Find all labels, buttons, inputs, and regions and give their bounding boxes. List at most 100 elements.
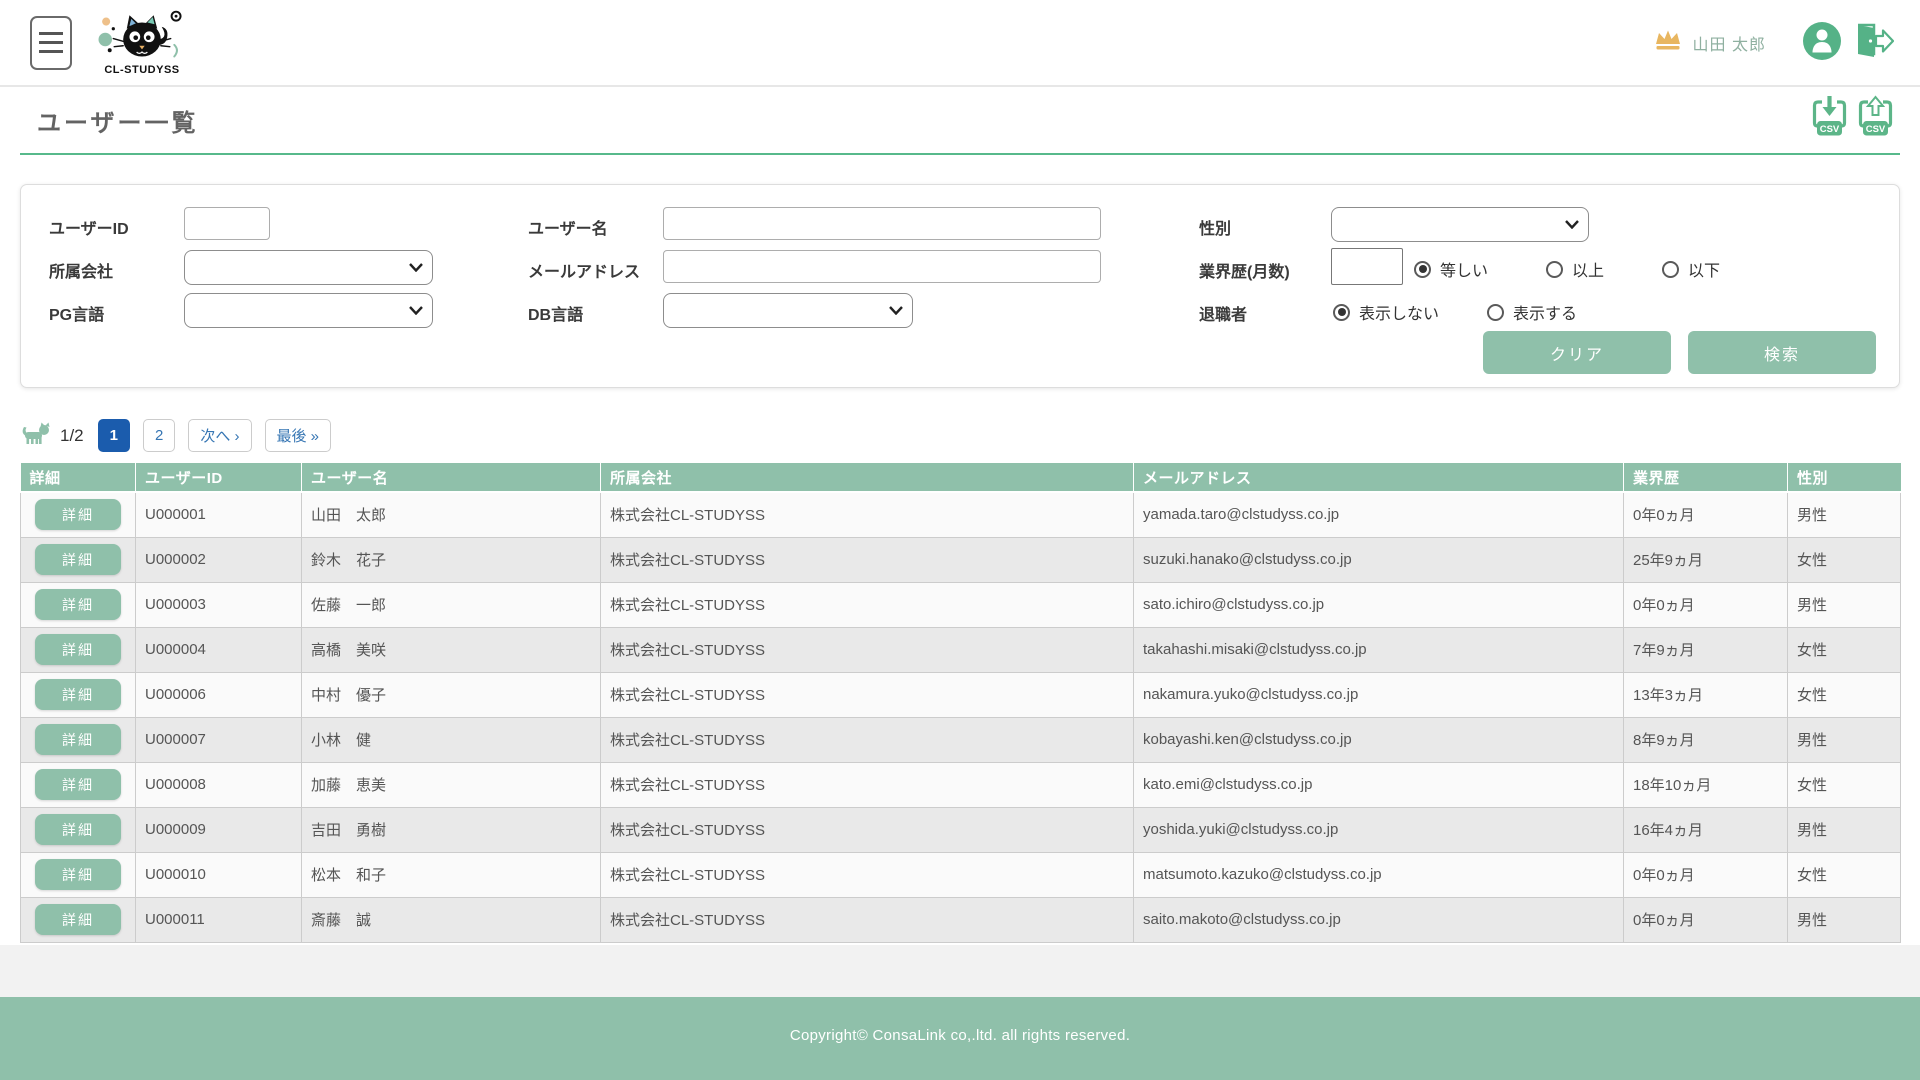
email-input[interactable]: [663, 250, 1101, 283]
csv-upload-button[interactable]: CSV: [1857, 95, 1894, 141]
user-name-input[interactable]: [663, 207, 1101, 240]
cell-user-name: 加藤 恵美: [302, 762, 601, 807]
company-select[interactable]: [184, 250, 433, 285]
account-button[interactable]: [1802, 21, 1842, 64]
csv-upload-icon: CSV: [1857, 95, 1894, 141]
radio-unselected-icon: [1662, 261, 1679, 278]
app-footer: Copyright© ConsaLink co,.ltd. all rights…: [0, 997, 1920, 1080]
cell-email: yoshida.yuki@clstudyss.co.jp: [1134, 807, 1624, 852]
cell-gender: 男性: [1788, 717, 1901, 762]
page-title: ユーザー一覧: [37, 103, 199, 138]
radio-unselected-icon: [1487, 304, 1504, 321]
detail-button[interactable]: 詳細: [35, 544, 121, 575]
detail-button[interactable]: 詳細: [35, 904, 121, 935]
radio-greater-equal[interactable]: 以上: [1546, 257, 1604, 281]
radio-hide-retirees[interactable]: 表示しない: [1333, 300, 1439, 324]
cell-gender: 女性: [1788, 762, 1901, 807]
cell-email: sato.ichiro@clstudyss.co.jp: [1134, 582, 1624, 627]
user-table-body: 詳細 U000001 山田 太郎 株式会社CL-STUDYSS yamada.t…: [21, 492, 1901, 942]
hamburger-menu-button[interactable]: [30, 16, 72, 70]
radio-show-retirees[interactable]: 表示する: [1487, 300, 1577, 324]
retiree-radio-group: 表示しない 表示する: [1333, 300, 1577, 324]
table-header-row: 詳細 ユーザーID ユーザー名 所属会社 メールアドレス 業界歴 性別: [21, 463, 1901, 492]
search-filter-panel: ユーザーID ユーザー名 性別 所属会社 メールアドレス 業界歴(月数) 等しい…: [20, 184, 1900, 388]
radio-equal[interactable]: 等しい: [1414, 257, 1488, 281]
detail-button[interactable]: 詳細: [35, 589, 121, 620]
industry-months-label: 業界歴(月数): [1199, 258, 1290, 282]
db-language-select[interactable]: [663, 293, 913, 328]
table-row: 詳細 U000011 斎藤 誠 株式会社CL-STUDYSS saito.mak…: [21, 897, 1901, 942]
header-gender: 性別: [1788, 463, 1901, 492]
cell-experience: 16年4ヵ月: [1624, 807, 1788, 852]
cell-company: 株式会社CL-STUDYSS: [601, 582, 1134, 627]
gender-label: 性別: [1199, 215, 1231, 239]
logout-button[interactable]: [1852, 21, 1894, 64]
chevron-down-icon: [409, 263, 423, 272]
page-indicator: 1/2: [60, 426, 84, 446]
user-id-label: ユーザーID: [49, 215, 129, 239]
cell-email: nakamura.yuko@clstudyss.co.jp: [1134, 672, 1624, 717]
cell-user-name: 斎藤 誠: [302, 897, 601, 942]
cell-experience: 0年0ヵ月: [1624, 897, 1788, 942]
cell-company: 株式会社CL-STUDYSS: [601, 897, 1134, 942]
title-bar: ユーザー一覧 CSV CSV: [0, 87, 1920, 155]
header-email: メールアドレス: [1134, 463, 1624, 492]
cell-gender: 女性: [1788, 672, 1901, 717]
cell-gender: 女性: [1788, 852, 1901, 897]
cell-experience: 13年3ヵ月: [1624, 672, 1788, 717]
next-page-button[interactable]: 次へ ›: [188, 419, 251, 452]
cell-company: 株式会社CL-STUDYSS: [601, 717, 1134, 762]
radio-selected-icon: [1414, 261, 1431, 278]
detail-button[interactable]: 詳細: [35, 814, 121, 845]
detail-button[interactable]: 詳細: [35, 679, 121, 710]
csv-download-button[interactable]: CSV: [1811, 95, 1848, 141]
cell-gender: 女性: [1788, 627, 1901, 672]
cell-gender: 男性: [1788, 582, 1901, 627]
pg-language-select[interactable]: [184, 293, 433, 328]
cell-experience: 0年0ヵ月: [1624, 492, 1788, 537]
page-button-1[interactable]: 1: [98, 419, 130, 452]
detail-button[interactable]: 詳細: [35, 499, 121, 530]
cell-user-id: U000009: [136, 807, 302, 852]
cell-user-name: 吉田 勇樹: [302, 807, 601, 852]
cell-gender: 男性: [1788, 807, 1901, 852]
bottom-strip: [0, 945, 1920, 997]
table-row: 詳細 U000006 中村 優子 株式会社CL-STUDYSS nakamura…: [21, 672, 1901, 717]
industry-months-input[interactable]: [1331, 248, 1403, 285]
svg-text:CSV: CSV: [1866, 124, 1886, 135]
page-button-2[interactable]: 2: [143, 419, 175, 452]
table-row: 詳細 U000004 高橋 美咲 株式会社CL-STUDYSS takahash…: [21, 627, 1901, 672]
header-user-id: ユーザーID: [136, 463, 302, 492]
header-user-name: ユーザー名: [302, 463, 601, 492]
table-row: 詳細 U000007 小林 健 株式会社CL-STUDYSS kobayashi…: [21, 717, 1901, 762]
account-icon: [1802, 21, 1842, 64]
table-row: 詳細 U000009 吉田 勇樹 株式会社CL-STUDYSS yoshida.…: [21, 807, 1901, 852]
cell-company: 株式会社CL-STUDYSS: [601, 492, 1134, 537]
cell-experience: 7年9ヵ月: [1624, 627, 1788, 672]
last-page-button[interactable]: 最後 »: [265, 419, 332, 452]
cell-company: 株式会社CL-STUDYSS: [601, 807, 1134, 852]
detail-button[interactable]: 詳細: [35, 769, 121, 800]
detail-button[interactable]: 詳細: [35, 859, 121, 890]
detail-button[interactable]: 詳細: [35, 724, 121, 755]
app-header: CL-STUDYSS 山田 太郎: [0, 0, 1920, 87]
search-button[interactable]: 検索: [1688, 331, 1876, 374]
svg-text:CSV: CSV: [1820, 124, 1840, 135]
detail-button[interactable]: 詳細: [35, 634, 121, 665]
cell-email: takahashi.misaki@clstudyss.co.jp: [1134, 627, 1624, 672]
cell-email: kobayashi.ken@clstudyss.co.jp: [1134, 717, 1624, 762]
radio-unselected-icon: [1546, 261, 1563, 278]
gender-select[interactable]: [1331, 207, 1589, 242]
user-id-input[interactable]: [184, 207, 270, 240]
chevron-down-icon: [889, 306, 903, 315]
clear-button[interactable]: クリア: [1483, 331, 1671, 374]
industry-compare-radio-group: 等しい 以上 以下: [1414, 257, 1720, 281]
cat-logo-icon: [96, 9, 188, 66]
radio-less-equal[interactable]: 以下: [1662, 257, 1720, 281]
cell-user-id: U000003: [136, 582, 302, 627]
app-logo[interactable]: CL-STUDYSS: [96, 9, 188, 76]
cell-gender: 男性: [1788, 897, 1901, 942]
crown-icon: [1653, 28, 1683, 57]
pg-language-label: PG言語: [49, 301, 104, 325]
cell-email: matsumoto.kazuko@clstudyss.co.jp: [1134, 852, 1624, 897]
